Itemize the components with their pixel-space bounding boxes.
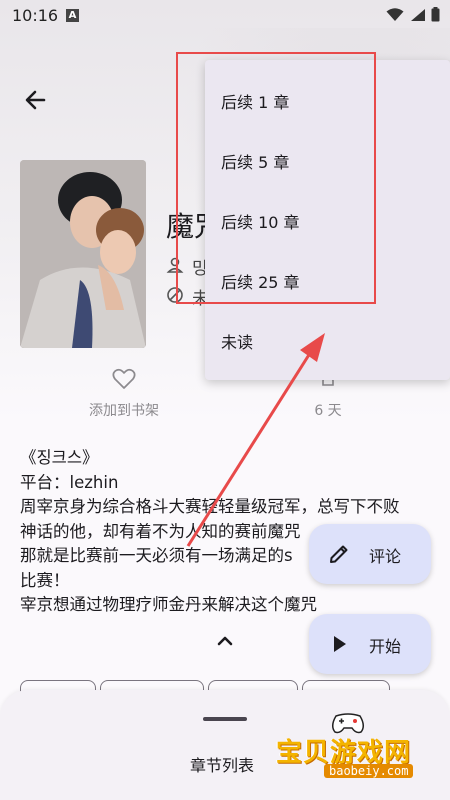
status-time: 10:16 (12, 6, 59, 25)
chapter-list-label: 章节列表 (190, 756, 255, 775)
drag-handle[interactable] (203, 717, 247, 721)
book-cover[interactable] (20, 160, 146, 348)
signal-icon (411, 9, 425, 21)
site-watermark: 宝贝游戏网 baobeiy.com (272, 710, 422, 782)
add-to-shelf-label: 添加到书架 (89, 403, 159, 419)
wifi-icon (386, 8, 404, 21)
description-line: 《징크스》 (20, 448, 99, 467)
comment-label: 评论 (369, 547, 402, 566)
start-reading-button[interactable]: 开始 (309, 614, 431, 674)
start-reading-label: 开始 (369, 637, 402, 656)
comment-button[interactable]: 评论 (309, 524, 431, 584)
description-line: 平台：lezhin (20, 472, 119, 492)
play-icon (334, 636, 346, 652)
heart-icon (112, 368, 136, 389)
pencil-icon (330, 545, 348, 563)
menu-item-unread[interactable]: 未读 (205, 310, 450, 370)
notification-icon: A (66, 9, 79, 22)
battery-icon (431, 7, 440, 22)
status-bar: 10:16 A (0, 0, 450, 30)
menu-item-label: 未读 (221, 333, 254, 352)
cover-art (20, 160, 146, 348)
add-to-shelf-button[interactable]: 添加到书架 (84, 368, 164, 420)
back-arrow-icon[interactable] (20, 84, 52, 116)
chevron-up-icon[interactable] (214, 630, 236, 652)
highlight-box (176, 52, 376, 304)
watermark-domain: baobeiy.com (324, 764, 414, 778)
description-line: 周宰京身为综合格斗大赛轻轻量级冠军，总写下不败 (20, 497, 400, 516)
update-interval-label: 6 天 (314, 403, 342, 419)
